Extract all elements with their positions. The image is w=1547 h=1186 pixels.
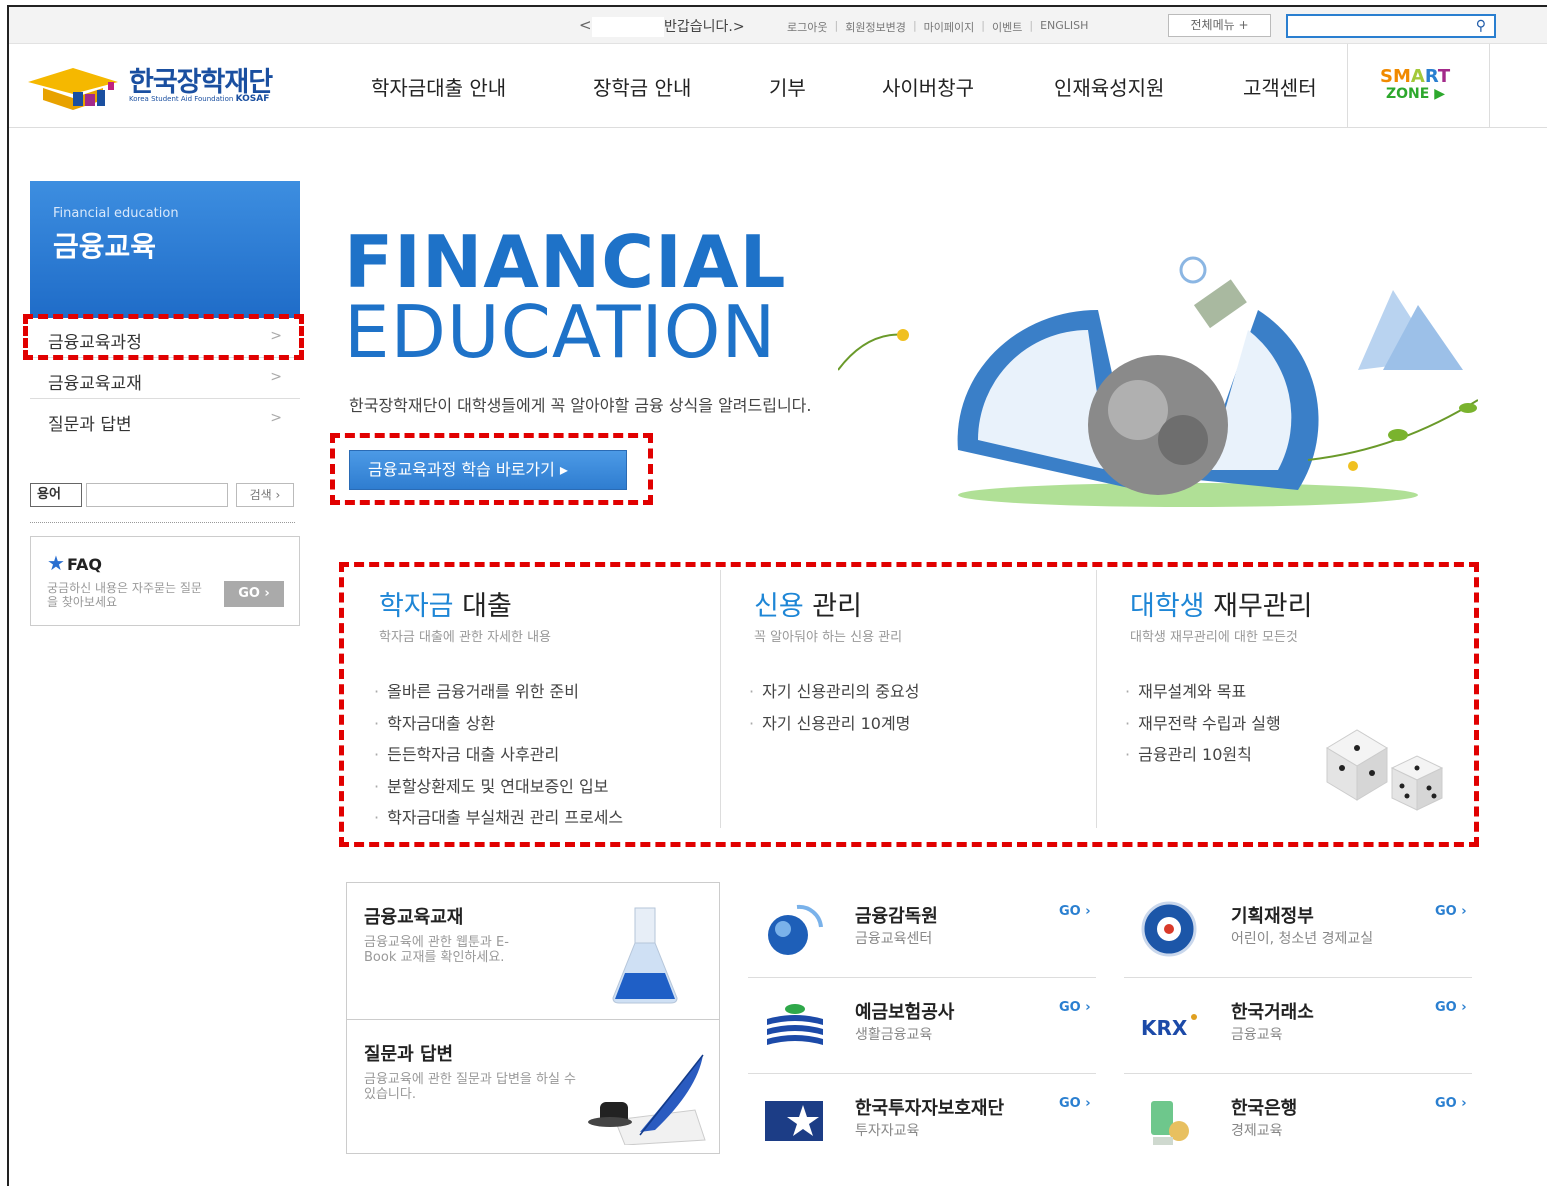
smart-zone-button[interactable]: SMART ZONE ▶ xyxy=(1347,44,1490,128)
highlight-box-course xyxy=(23,314,304,360)
box-description: 금융교육에 관한 질문과 답변을 하실 수 있습니다. xyxy=(364,1072,577,1102)
nav-cyber-window[interactable]: 사이버창구 xyxy=(882,72,974,101)
star-icon: ★ xyxy=(47,551,65,575)
sidebar-header: Financial education 금융교육 xyxy=(30,181,300,318)
box-title: 금융교육교재 xyxy=(364,907,464,928)
org-kdic[interactable]: 예금보험공사 생활금융교육 GO › xyxy=(748,978,1096,1074)
logo-subtitle: Korea Student Aid Foundation KOSAF xyxy=(129,94,270,104)
org-fss[interactable]: 금융감독원 금융교육센터 GO › xyxy=(748,882,1096,978)
org-name: 한국투자자보호재단 xyxy=(855,1098,1005,1119)
faq-go-button[interactable]: GO › xyxy=(224,581,284,607)
qna-box[interactable]: 질문과 답변 금융교육에 관한 질문과 답변을 하실 수 있습니다. xyxy=(346,1019,720,1154)
term-label: 용어 xyxy=(30,483,82,507)
member-edit-link[interactable]: 회원정보변경 xyxy=(845,19,906,35)
highlight-box-shortcut xyxy=(330,433,653,505)
sidebar-title: 금융교육 xyxy=(53,230,157,263)
go-link[interactable]: GO › xyxy=(1059,904,1091,919)
go-link[interactable]: GO › xyxy=(1059,1096,1091,1111)
sidebar-item-label: 질문과 답변 xyxy=(48,415,132,435)
org-caption: 경제교육 xyxy=(1231,1123,1283,1139)
textbook-box[interactable]: 금융교육교재 금융교육에 관한 웹툰과 E-Book 교재를 확인하세요. xyxy=(346,882,720,1020)
nav-customer-center[interactable]: 고객센터 xyxy=(1243,72,1317,101)
flask-icon xyxy=(612,907,678,1004)
kifin-logo-icon xyxy=(765,1101,823,1141)
term-search-button[interactable]: 검색 › xyxy=(236,483,294,507)
org-mosf[interactable]: 기획재정부 어린이, 청소년 경제교실 GO › xyxy=(1124,882,1472,978)
org-kifin[interactable]: 한국투자자보호재단 투자자교육 GO › xyxy=(748,1074,1096,1170)
utility-links: 로그아웃 | 회원정보변경 | 마이페이지 | 이벤트 | ENGLISH xyxy=(787,19,1089,35)
hero-title-line2: EDUCATION xyxy=(344,290,777,374)
bok-logo-icon xyxy=(1151,1101,1189,1145)
kdic-logo-icon xyxy=(767,1004,823,1045)
org-caption: 생활금융교육 xyxy=(855,1027,933,1043)
sidebar-item-label: 금융교육교재 xyxy=(48,374,142,394)
english-link[interactable]: ENGLISH xyxy=(1040,19,1088,35)
krx-logo-icon: KRX xyxy=(1141,1014,1197,1040)
globe-money-illustration xyxy=(838,256,1478,507)
sidebar-item-textbook[interactable]: 금융교육교재 > xyxy=(30,359,300,399)
org-caption: 금융교육 xyxy=(1231,1027,1283,1043)
search-icon[interactable]: ⚲ xyxy=(1476,18,1486,34)
sidebar-title-en: Financial education xyxy=(53,206,179,221)
user-name-mask xyxy=(592,17,664,37)
term-search-input[interactable] xyxy=(86,483,228,507)
site-search: ⚲ xyxy=(1286,14,1496,38)
mosf-logo-icon xyxy=(1141,901,1197,957)
nav-donation[interactable]: 기부 xyxy=(769,72,806,101)
prev-arrow[interactable]: < xyxy=(579,16,592,34)
nav-talent-support[interactable]: 인재육성지원 xyxy=(1054,72,1164,101)
utility-bar: < 반갑습니다.> 로그아웃 | 회원정보변경 | 마이페이지 | 이벤트 | ENGL… xyxy=(9,7,1547,44)
quill-pen-icon xyxy=(588,1054,706,1145)
all-menu-button[interactable]: 전체메뉴 + xyxy=(1168,14,1271,37)
org-caption: 금융교육센터 xyxy=(855,931,933,947)
org-name: 기획재정부 xyxy=(1231,906,1314,927)
org-caption: 투자자교육 xyxy=(855,1123,920,1139)
box-title: 질문과 답변 xyxy=(364,1044,454,1065)
logout-link[interactable]: 로그아웃 xyxy=(787,19,827,35)
box-description: 금융교육에 관한 웹툰과 E-Book 교재를 확인하세요. xyxy=(364,935,509,965)
kosaf-logo[interactable]: 한국장학재단 Korea Student Aid Foundation KOSA… xyxy=(23,60,313,110)
org-name: 예금보험공사 xyxy=(855,1002,955,1023)
fss-logo-icon xyxy=(768,904,823,955)
hero-description: 한국장학재단이 대학생들에게 꼭 알아야할 금융 상식을 알려드립니다. xyxy=(349,396,812,415)
go-link[interactable]: GO › xyxy=(1059,1000,1091,1015)
faq-box: ★ FAQ 궁금하신 내용은 자주묻는 질문을 찾아보세요 GO › xyxy=(30,536,300,626)
nav-scholarship[interactable]: 장학금 안내 xyxy=(593,72,691,101)
nav-loan-guide[interactable]: 학자금대출 안내 xyxy=(371,72,506,101)
mypage-link[interactable]: 마이페이지 xyxy=(924,19,975,35)
zone-label: ZONE ▶ xyxy=(1386,86,1445,102)
graduation-cap-logo-icon xyxy=(28,68,118,110)
org-name: 한국은행 xyxy=(1231,1098,1298,1119)
faq-description: 궁금하신 내용은 자주묻는 질문을 찾아보세요 xyxy=(47,581,202,609)
event-link[interactable]: 이벤트 xyxy=(992,19,1022,35)
chevron-right-icon: > xyxy=(270,369,282,385)
search-input[interactable] xyxy=(1288,16,1468,37)
smart-label: SMART xyxy=(1380,66,1451,87)
org-bok[interactable]: 한국은행 경제교육 GO › xyxy=(1124,1074,1472,1170)
greeting-text[interactable]: 반갑습니다.> xyxy=(664,16,745,36)
go-link[interactable]: GO › xyxy=(1435,1000,1467,1015)
go-link[interactable]: GO › xyxy=(1435,904,1467,919)
go-link[interactable]: GO › xyxy=(1435,1096,1467,1111)
org-krx[interactable]: KRX 한국거래소 금융교육 GO › xyxy=(1124,978,1472,1074)
svg-text:KRX: KRX xyxy=(1141,1016,1188,1040)
term-search: 용어 검색 › xyxy=(30,481,295,523)
chevron-right-icon: > xyxy=(270,410,282,426)
site-header: 한국장학재단 Korea Student Aid Foundation KOSA… xyxy=(9,44,1547,128)
play-icon: ▶ xyxy=(1434,86,1445,102)
sidebar-item-qna[interactable]: 질문과 답변 > xyxy=(30,400,300,440)
org-name: 금융감독원 xyxy=(855,906,938,927)
org-caption: 어린이, 청소년 경제교실 xyxy=(1231,931,1374,947)
faq-title: ★ FAQ xyxy=(47,551,103,575)
highlight-box-topics xyxy=(339,562,1479,847)
org-name: 한국거래소 xyxy=(1231,1002,1314,1023)
